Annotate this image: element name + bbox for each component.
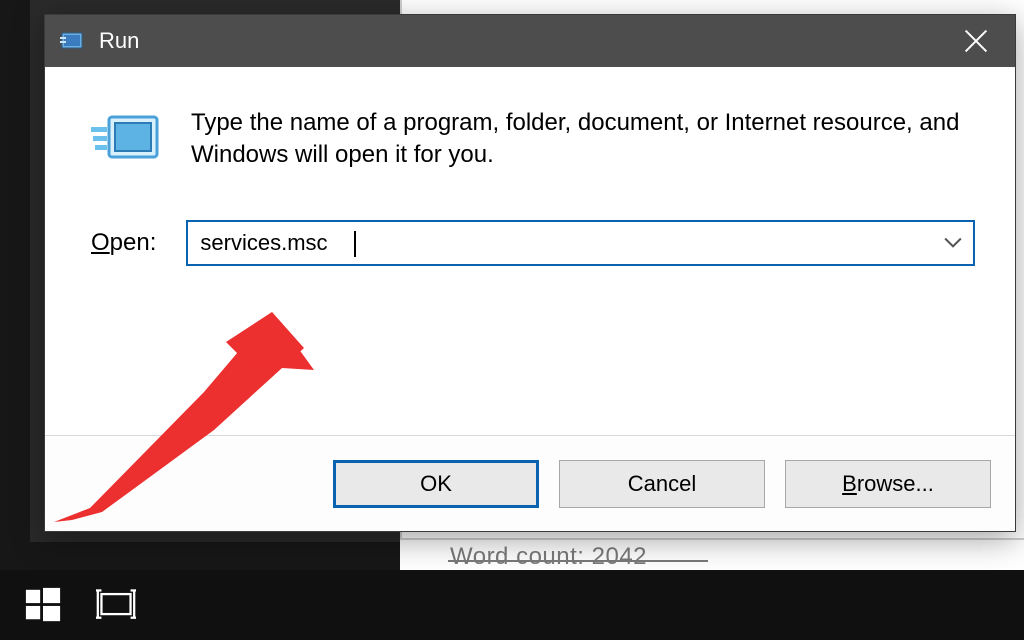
- open-combobox[interactable]: [186, 220, 975, 266]
- text-caret: [354, 231, 356, 257]
- taskbar[interactable]: [0, 570, 1024, 640]
- run-icon: [91, 109, 163, 169]
- ok-button[interactable]: OK: [333, 460, 539, 508]
- cancel-button[interactable]: Cancel: [559, 460, 765, 508]
- dialog-title: Run: [99, 28, 947, 54]
- run-titlebar-icon: [59, 31, 85, 51]
- dialog-button-row: OK Cancel Browse...: [45, 435, 1015, 531]
- close-button[interactable]: [947, 15, 1005, 67]
- start-icon[interactable]: [24, 586, 62, 624]
- dialog-content: Type the name of a program, folder, docu…: [45, 67, 1015, 435]
- open-input[interactable]: [188, 222, 933, 264]
- dialog-description: Type the name of a program, folder, docu…: [191, 107, 975, 172]
- open-label: Open:: [91, 229, 156, 257]
- titlebar[interactable]: Run: [45, 15, 1015, 67]
- browse-button[interactable]: Browse...: [785, 460, 991, 508]
- chevron-down-icon[interactable]: [933, 237, 973, 249]
- background-word-count-strike: [448, 560, 708, 562]
- run-dialog: Run Type the name of a program, folder, …: [44, 14, 1016, 532]
- background-word-count: Word count: 2042: [450, 543, 647, 571]
- task-view-icon[interactable]: [96, 588, 136, 622]
